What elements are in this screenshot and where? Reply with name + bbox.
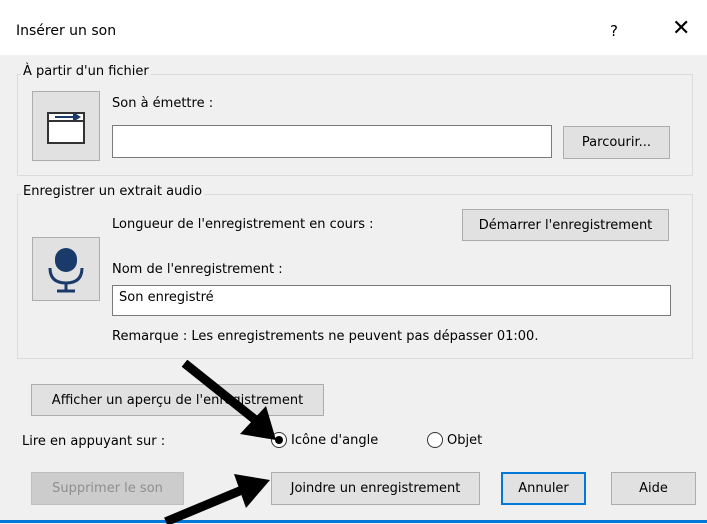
file-group-legend: À partir d'un fichier — [21, 64, 151, 79]
length-label: Longueur de l'enregistrement en cours : — [112, 217, 374, 232]
cancel-button[interactable]: Annuler — [501, 472, 586, 505]
sound-label: Son à émettre : — [112, 96, 214, 111]
length-note: Remarque : Les enregistrements ne peuven… — [112, 329, 539, 344]
sound-file-input[interactable] — [112, 125, 552, 158]
dialog-title: Insérer un son — [16, 23, 117, 39]
radio-object-label: Objet — [447, 432, 483, 448]
record-group-legend: Enregistrer un extrait audio — [21, 184, 205, 199]
radio-corner-icon-label: Icône d'angle — [291, 432, 379, 448]
insert-file-button[interactable] — [32, 91, 100, 161]
annotation-arrow-icon — [164, 474, 270, 524]
radio-circle[interactable] — [427, 432, 443, 448]
window-bottom-border — [0, 520, 707, 523]
start-recording-button[interactable]: Démarrer l'enregistrement — [462, 209, 669, 241]
play-on-label: Lire en appuyant sur : — [22, 434, 166, 449]
annotation-arrow-icon — [181, 360, 276, 440]
radio-object[interactable]: Objet — [427, 432, 482, 448]
name-label: Nom de l'enregistrement : — [112, 262, 283, 277]
folder-arrow-icon — [47, 112, 85, 144]
help-icon[interactable]: ? — [610, 22, 618, 40]
close-icon[interactable]: ✕ — [672, 18, 690, 40]
attach-recording-button[interactable]: Joindre un enregistrement — [271, 472, 480, 505]
browse-button[interactable]: Parcourir... — [563, 126, 670, 159]
help-button[interactable]: Aide — [611, 472, 696, 505]
recording-name-input[interactable]: Son enregistré — [112, 285, 671, 316]
microphone-icon — [48, 248, 84, 293]
record-button[interactable] — [32, 237, 100, 301]
